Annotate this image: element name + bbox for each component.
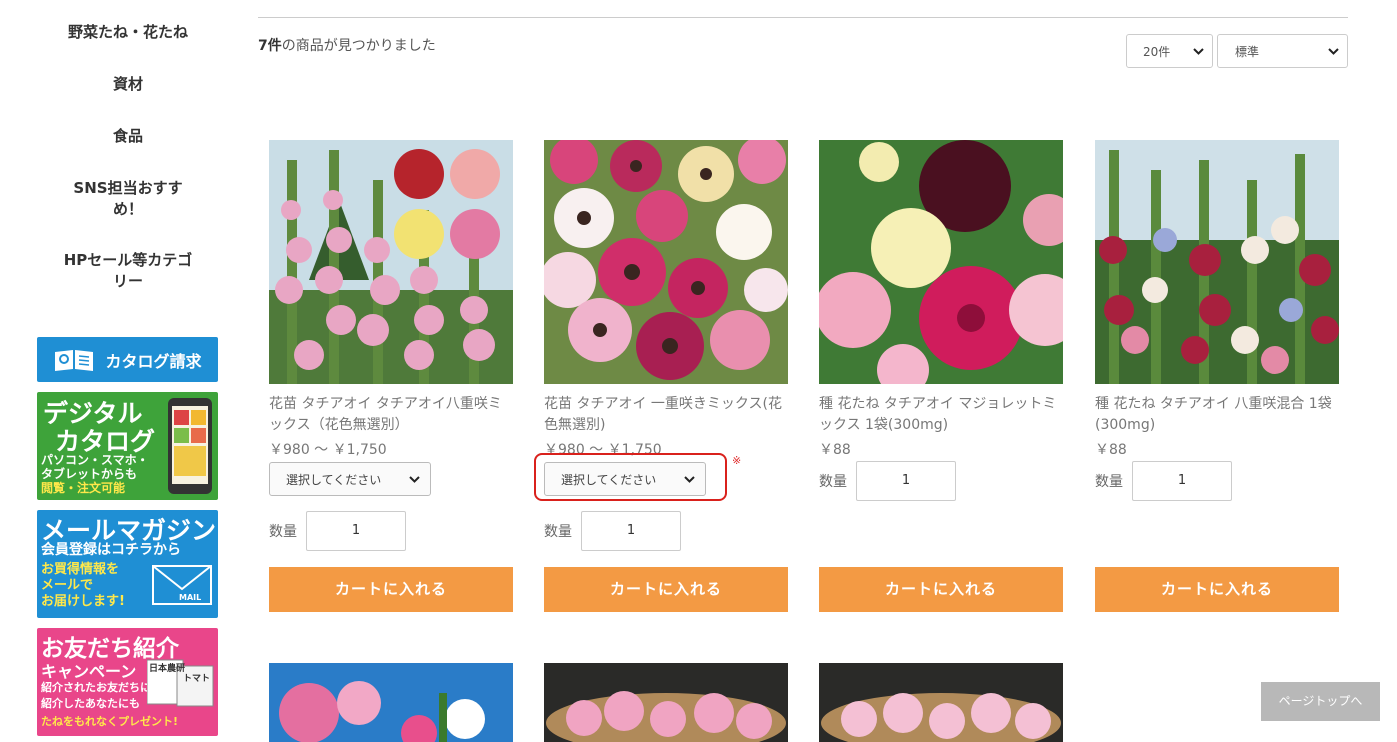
quantity-input[interactable]: 1 xyxy=(306,511,406,551)
friend-referral-banner[interactable]: お友だち紹介 キャンペーン 紹介されたお友だちにも 紹介したあなたにも たねをも… xyxy=(37,628,218,736)
chevron-down-icon xyxy=(1193,44,1204,61)
friend-tag-2: トマト xyxy=(183,674,211,684)
product-card: 花苗 タチアオイ タチアオイ八重咲ミックス（花色無選別） ￥980 ～ ￥1,7… xyxy=(269,140,513,612)
result-count: 7件の商品が見つかりました xyxy=(258,35,436,55)
per-page-select[interactable]: 20件 xyxy=(1126,34,1213,68)
sort-select[interactable]: 標準 xyxy=(1217,34,1348,68)
sidebar-item-materials[interactable]: 資材 xyxy=(38,74,218,95)
friend-line-1: 紹介されたお友だちにも xyxy=(41,681,162,694)
quantity-label: 数量 xyxy=(819,474,847,490)
product-image[interactable] xyxy=(819,663,1063,742)
quantity-label: 数量 xyxy=(544,524,572,540)
mail-line-1: 会員登録はコチラから xyxy=(41,542,181,558)
catalog-request-label: カタログ請求 xyxy=(105,351,202,371)
variant-select-value: 選択してください xyxy=(561,472,657,487)
add-to-cart-button[interactable]: カートに入れる xyxy=(819,567,1063,612)
digital-line-1: パソコン・スマホ・ xyxy=(41,453,149,467)
catalog-request-banner[interactable]: カタログ請求 xyxy=(37,337,218,382)
quantity-label: 数量 xyxy=(269,524,297,540)
product-card: 種 花たね タチアオイ マジョレットミックス 1袋(300mg) ￥88 数量 … xyxy=(819,140,1063,612)
variant-select[interactable]: 選択してください xyxy=(544,462,706,496)
product-price: ￥980 ～ ￥1,750 xyxy=(269,442,387,458)
product-card: 種 花たね タチアオイ 八重咲混合 1袋(300mg) ￥88 数量 1 カート… xyxy=(1095,140,1339,612)
product-image[interactable] xyxy=(544,663,788,742)
quantity-input[interactable]: 1 xyxy=(1132,461,1232,501)
smartphone-icon xyxy=(165,396,215,500)
digital-line-2: タブレットからも xyxy=(41,467,138,481)
friend-line-3: たねをもれなくプレゼント! xyxy=(41,715,179,728)
result-count-suffix: の商品が見つかりました xyxy=(281,38,436,54)
product-name[interactable]: 花苗 タチアオイ タチアオイ八重咲ミックス（花色無選別） xyxy=(269,394,513,436)
mail-line-4: お届けします! xyxy=(41,594,125,609)
product-card: 花苗 タチアオイ 一重咲きミックス(花色無選別) ￥980 ～ ￥1,750 選… xyxy=(534,140,788,612)
quantity-input[interactable]: 1 xyxy=(856,461,956,501)
product-price: ￥88 xyxy=(1095,442,1127,458)
mail-magazine-banner[interactable]: メールマガジン 会員登録はコチラから お買得情報を メールで お届けします! M… xyxy=(37,510,218,618)
sort-value: 標準 xyxy=(1235,44,1260,59)
divider xyxy=(258,17,1348,18)
required-mark: ※ xyxy=(732,454,742,467)
mail-line-2: お買得情報を xyxy=(41,562,120,577)
digital-catalog-banner[interactable]: デジタル カタログ パソコン・スマホ・ タブレットからも 閲覧・注文可能 xyxy=(37,392,218,500)
mail-line-3: メールで xyxy=(41,578,94,593)
quantity-input[interactable]: 1 xyxy=(581,511,681,551)
product-image[interactable] xyxy=(269,663,513,742)
product-name[interactable]: 種 花たね タチアオイ 八重咲混合 1袋(300mg) xyxy=(1095,394,1339,436)
variant-select[interactable]: 選択してください xyxy=(269,462,431,496)
variant-select-value: 選択してください xyxy=(286,472,382,487)
product-image[interactable] xyxy=(269,140,513,384)
product-name[interactable]: 花苗 タチアオイ 一重咲きミックス(花色無選別) xyxy=(544,394,788,436)
friend-tag-1: 日本農研 xyxy=(149,664,186,674)
result-count-number: 7件 xyxy=(258,38,282,54)
digital-line-3: 閲覧・注文可能 xyxy=(41,481,126,495)
product-price: ￥88 xyxy=(819,442,851,458)
add-to-cart-button[interactable]: カートに入れる xyxy=(1095,567,1339,612)
quantity-label: 数量 xyxy=(1095,474,1123,490)
add-to-cart-button[interactable]: カートに入れる xyxy=(269,567,513,612)
product-image[interactable] xyxy=(819,140,1063,384)
sidebar-item-sns[interactable]: SNS担当おすすめ！ xyxy=(60,178,196,220)
sidebar: 野菜たね・花たね 資材 食品 SNS担当おすすめ！ HPセール等カテゴリー カタ… xyxy=(0,0,256,742)
book-icon xyxy=(53,348,95,372)
chevron-down-icon xyxy=(1328,44,1339,61)
mail-tag: MAIL xyxy=(179,593,202,602)
sidebar-item-seeds[interactable]: 野菜たね・花たね xyxy=(38,22,218,43)
product-image[interactable] xyxy=(1095,140,1339,384)
friend-subtitle: キャンペーン xyxy=(41,662,137,681)
chevron-down-icon xyxy=(684,472,695,489)
friend-line-2: 紹介したあなたにも xyxy=(41,697,140,710)
product-image[interactable] xyxy=(544,140,788,384)
add-to-cart-button[interactable]: カートに入れる xyxy=(544,567,788,612)
sidebar-item-sale[interactable]: HPセール等カテゴリー xyxy=(60,250,196,292)
product-name[interactable]: 種 花たね タチアオイ マジョレットミックス 1袋(300mg) xyxy=(819,394,1063,436)
sidebar-item-food[interactable]: 食品 xyxy=(38,126,218,147)
per-page-value: 20件 xyxy=(1143,44,1171,59)
chevron-down-icon xyxy=(409,472,420,489)
page-top-button[interactable]: ページトップへ xyxy=(1261,682,1380,721)
